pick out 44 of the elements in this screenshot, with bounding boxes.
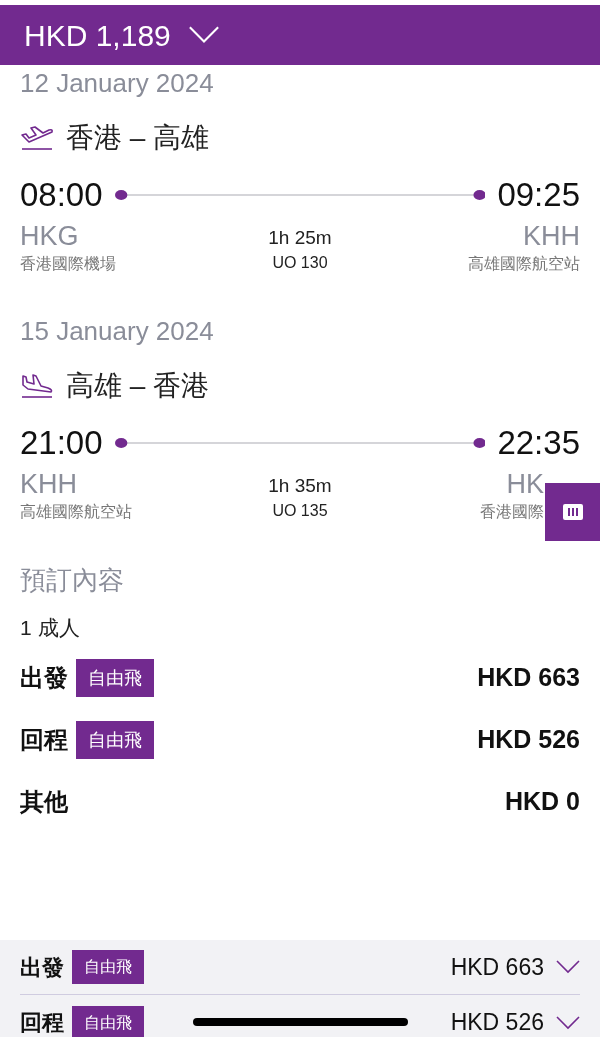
route-title: 高雄 – 香港: [66, 369, 210, 403]
flight-duration: 1h 35m: [268, 474, 332, 498]
side-menu-button[interactable]: [545, 483, 600, 541]
route-title: 香港 – 高雄: [66, 121, 210, 155]
section-title: 預訂內容: [20, 564, 125, 597]
price-header[interactable]: HKD 1,189: [0, 5, 600, 65]
airport-name: 香港國際機場: [20, 254, 116, 274]
fare-tag: 自由飛: [72, 950, 144, 984]
arrival-time: 09:25: [497, 175, 580, 215]
row-label: 出發: [20, 663, 68, 693]
takeoff-icon: [20, 125, 54, 151]
passenger-count: 1 成人: [20, 615, 81, 641]
flight-number: UO 130: [272, 253, 328, 273]
fare-tag: 自由飛: [76, 659, 154, 697]
row-label: 其他: [20, 787, 68, 817]
chevron-down-icon: [556, 960, 580, 974]
columns-icon: [562, 504, 583, 520]
arrival-time: 22:35: [497, 423, 580, 463]
row-label: 回程: [20, 725, 68, 755]
price-amount: HKD 0: [505, 786, 580, 818]
landing-icon: [20, 373, 54, 399]
price-amount: HKD 526: [477, 724, 580, 756]
fare-tag: 自由飛: [72, 1005, 144, 1037]
row-label: 回程: [20, 1009, 64, 1037]
airport-name: 香港國際: [480, 502, 544, 522]
airport-name: 高雄國際航空站: [468, 254, 580, 274]
flight-date: 15 January 2024: [20, 315, 215, 347]
airport-code: HKG: [20, 220, 79, 253]
departure-time: 21:00: [20, 423, 103, 463]
fare-row[interactable]: 出發 自由飛 HKD 663: [20, 940, 580, 995]
airport-name: 高雄國際航空站: [20, 502, 132, 522]
chevron-down-icon: [556, 1015, 580, 1030]
price-amount: HKD 526: [450, 1008, 544, 1037]
departure-time: 08:00: [20, 175, 103, 215]
airport-code: HK: [506, 468, 544, 501]
airport-code: KHH: [523, 220, 580, 253]
price-amount: HKD 663: [450, 952, 544, 982]
row-label: 出發: [20, 953, 64, 982]
price-amount: HKD 663: [477, 662, 580, 694]
fare-tag: 自由飛: [76, 721, 154, 759]
flight-duration: 1h 25m: [268, 226, 332, 250]
flight-date: 12 January 2024: [20, 67, 215, 99]
airport-code: KHH: [20, 468, 77, 501]
flight-number: UO 135: [272, 501, 328, 521]
